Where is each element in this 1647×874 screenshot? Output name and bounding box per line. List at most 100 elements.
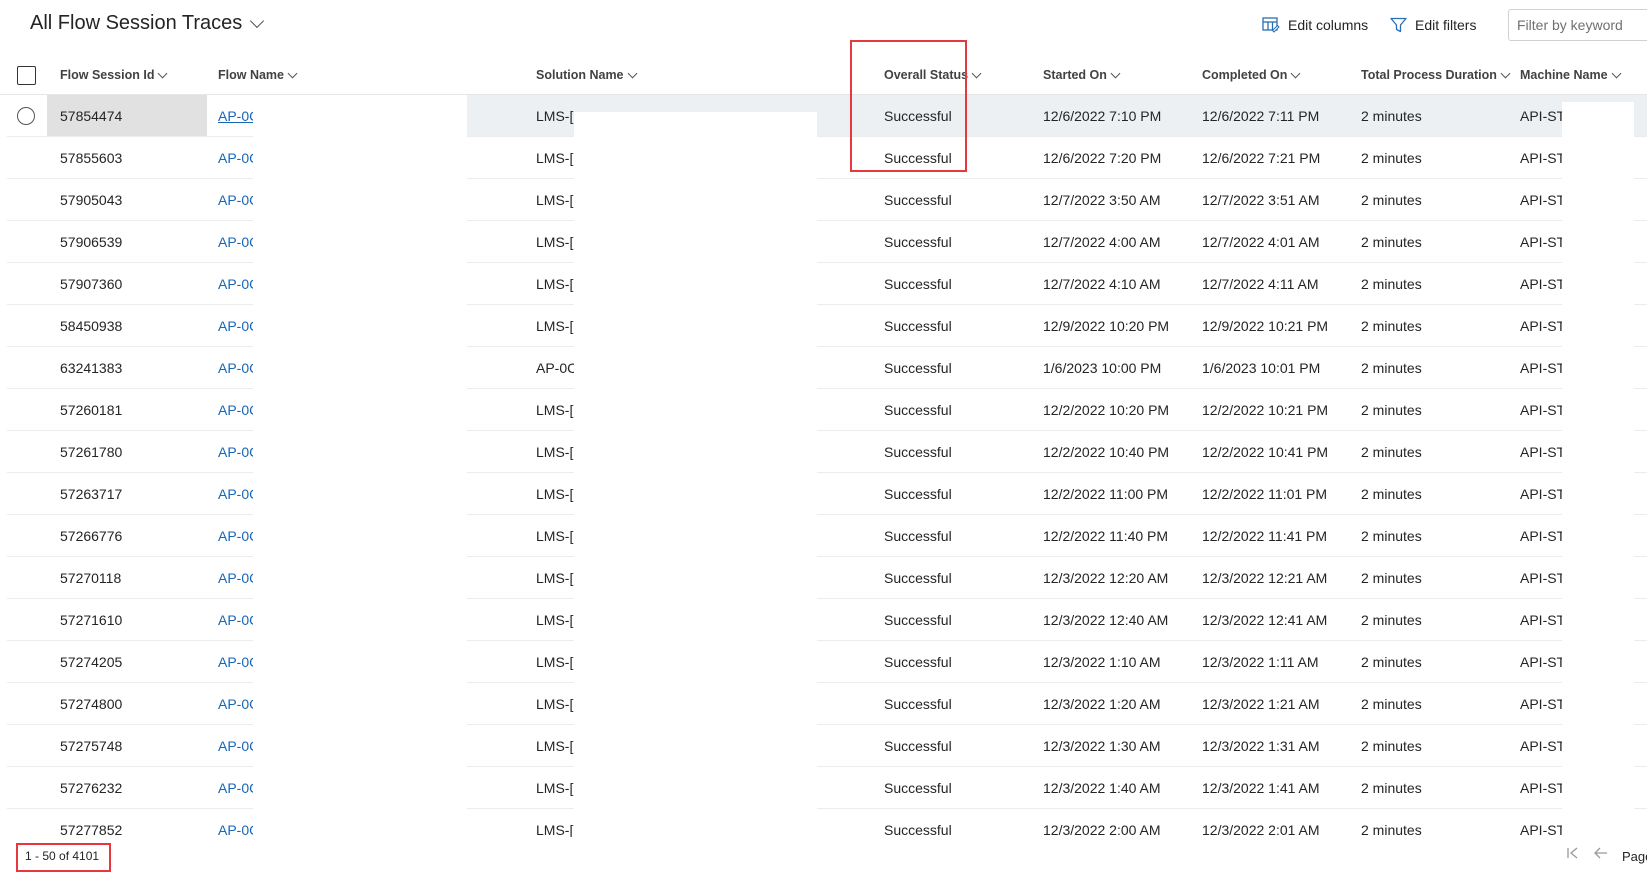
cell-started-on: 12/6/2022 7:10 PM [1043, 108, 1162, 124]
table-row[interactable]: 57261780 AP-0C LMS-[Successful 12/2/2022 10… [0, 431, 1647, 473]
cell-solution-name: AP-0C [536, 360, 578, 376]
cell-completed-on: 12/2/2022 11:41 PM [1202, 528, 1328, 544]
cell-overall-status: Successful [884, 318, 952, 334]
first-page-icon[interactable] [1566, 846, 1580, 860]
grid-footer [0, 837, 1647, 874]
cell-machine-name: API-ST [1520, 192, 1566, 208]
chevron-down-icon [1611, 68, 1621, 78]
edit-filters-button[interactable]: Edit filters [1390, 17, 1476, 33]
cell-machine-name: API-ST [1520, 696, 1566, 712]
table-row[interactable]: 57271610 AP-0C LMS-[Successful 12/3/2022 12… [0, 599, 1647, 641]
column-header-completed-on[interactable]: Completed On [1202, 56, 1301, 94]
table-row[interactable]: 57854474 AP-0C LMS-[Successful 12/6/2022 7:… [0, 95, 1647, 137]
cell-total-process-duration: 2 minutes [1361, 738, 1422, 754]
cell-flow-session-id: 58450938 [60, 318, 123, 334]
table-row[interactable]: 57274800 AP-0C LMS-[Successful 12/3/2022 1:… [0, 683, 1647, 725]
cell-flow-session-id: 57271610 [60, 612, 123, 628]
cell-total-process-duration: 2 minutes [1361, 150, 1422, 166]
edit-columns-label: Edit columns [1288, 17, 1369, 33]
row-select-radio[interactable] [17, 107, 35, 125]
cell-flow-session-id: 57277852 [60, 822, 123, 837]
cell-completed-on: 1/6/2023 10:01 PM [1202, 360, 1321, 376]
cell-solution-name: LMS-[ [536, 654, 574, 670]
cell-total-process-duration: 2 minutes [1361, 570, 1422, 586]
chevron-down-icon [158, 68, 168, 78]
cell-total-process-duration: 2 minutes [1361, 696, 1422, 712]
table-row[interactable]: 63241383 AP-0C AP-0C Successful 1/6/2023 10:… [0, 347, 1647, 389]
cell-total-process-duration: 2 minutes [1361, 780, 1422, 796]
column-header-machine-name[interactable]: Machine Name [1520, 56, 1621, 94]
cell-machine-name: API-ST [1520, 654, 1566, 670]
cell-solution-name: LMS-[ [536, 444, 574, 460]
chevron-down-icon [1500, 68, 1511, 78]
column-header-flow-name[interactable]: Flow Name [218, 56, 298, 94]
cell-overall-status: Successful [884, 486, 952, 502]
cell-overall-status: Successful [884, 444, 952, 460]
cell-flow-session-id: 57263717 [60, 486, 123, 502]
table-row[interactable]: 57263717 AP-0C LMS-[Successful 12/2/2022 11… [0, 473, 1647, 515]
cell-completed-on: 12/3/2022 12:41 AM [1202, 612, 1328, 628]
cell-total-process-duration: 2 minutes [1361, 318, 1422, 334]
table-row[interactable]: 57277852 AP-0C LMS-[Successful 12/3/2022 2:… [0, 809, 1647, 837]
cell-total-process-duration: 2 minutes [1361, 276, 1422, 292]
chevron-down-icon [627, 68, 637, 78]
cell-solution-name: LMS-[ [536, 822, 574, 837]
filter-keyword-input[interactable] [1508, 9, 1647, 41]
cell-machine-name: API-ST [1520, 234, 1566, 250]
column-header-solution-name[interactable]: Solution Name [536, 56, 637, 94]
cell-started-on: 1/6/2023 10:00 PM [1043, 360, 1162, 376]
table-row[interactable]: 57270118 AP-0C LMS-[Successful 12/3/2022 12… [0, 557, 1647, 599]
cell-machine-name: API-ST [1520, 738, 1566, 754]
cell-total-process-duration: 2 minutes [1361, 654, 1422, 670]
cell-started-on: 12/2/2022 10:40 PM [1043, 444, 1170, 460]
page-label: Page [1622, 849, 1647, 864]
cell-started-on: 12/3/2022 1:40 AM [1043, 780, 1161, 796]
cell-machine-name: API-ST [1520, 612, 1566, 628]
cell-total-process-duration: 2 minutes [1361, 192, 1422, 208]
cell-overall-status: Successful [884, 360, 952, 376]
cell-started-on: 12/3/2022 12:40 AM [1043, 612, 1169, 628]
grid-header: Flow Session Id Flow Name Solution Name … [0, 56, 1647, 95]
table-row[interactable]: 57905043 AP-0C LMS-[Successful 12/7/2022 3:… [0, 179, 1647, 221]
table-row[interactable]: 57276232 AP-0C LMS-[Successful 12/3/2022 1:… [0, 767, 1647, 809]
cell-completed-on: 12/6/2022 7:21 PM [1202, 150, 1321, 166]
cell-started-on: 12/3/2022 1:30 AM [1043, 738, 1161, 754]
table-row[interactable]: 57274205 AP-0C LMS-[Successful 12/3/2022 1:… [0, 641, 1647, 683]
cell-completed-on: 12/9/2022 10:21 PM [1202, 318, 1329, 334]
cell-solution-name: LMS-[ [536, 696, 574, 712]
cell-machine-name: API-ST [1520, 108, 1566, 124]
grid-body: 57854474 AP-0C LMS-[Successful 12/6/2022 7:… [0, 95, 1647, 837]
table-row[interactable]: 57906539 AP-0C LMS-[Successful 12/7/2022 4:… [0, 221, 1647, 263]
cell-overall-status: Successful [884, 696, 952, 712]
column-header-started-on[interactable]: Started On [1043, 56, 1121, 94]
cell-overall-status: Successful [884, 570, 952, 586]
cell-total-process-duration: 2 minutes [1361, 234, 1422, 250]
cell-overall-status: Successful [884, 276, 952, 292]
table-row[interactable]: 57260181 AP-0C LMS-[Successful 12/2/2022 10… [0, 389, 1647, 431]
column-header-total-process-duration[interactable]: Total Process Duration [1361, 56, 1511, 94]
cell-solution-name: LMS-[ [536, 738, 574, 754]
table-row[interactable]: 57266776 AP-0C LMS-[Successful 12/2/2022 11… [0, 515, 1647, 557]
cell-completed-on: 12/2/2022 10:21 PM [1202, 402, 1329, 418]
table-row[interactable]: 57855603 AP-0C LMS-[Successful 12/6/2022 7:… [0, 137, 1647, 179]
column-header-flow-session-id[interactable]: Flow Session Id [60, 56, 168, 94]
table-row[interactable]: 57275748 AP-0C LMS-[Successful 12/3/2022 1:… [0, 725, 1647, 767]
cell-solution-name: LMS-[ [536, 150, 574, 166]
edit-columns-button[interactable]: Edit columns [1262, 17, 1368, 33]
cell-started-on: 12/2/2022 11:00 PM [1043, 486, 1169, 502]
view-selector[interactable]: All Flow Session Traces [30, 12, 265, 35]
table-row[interactable]: 57907360 AP-0C LMS-[Successful 12/7/2022 4:… [0, 263, 1647, 305]
cell-flow-session-id: 57274205 [60, 654, 123, 670]
table-row[interactable]: 58450938 AP-0C LMS-[Successful 12/9/2022 10… [0, 305, 1647, 347]
cell-flow-session-id: 57260181 [60, 402, 123, 418]
cell-solution-name: LMS-[ [536, 612, 574, 628]
cell-flow-session-id: 57905043 [60, 192, 123, 208]
cell-machine-name: API-ST [1520, 528, 1566, 544]
annotation-box-overall-status [850, 40, 967, 172]
cell-solution-name: LMS-[ [536, 108, 574, 124]
cell-flow-session-id: 57907360 [60, 276, 123, 292]
cell-flow-session-id: 57261780 [60, 444, 123, 460]
cell-machine-name: API-ST [1520, 780, 1566, 796]
cell-total-process-duration: 2 minutes [1361, 444, 1422, 460]
previous-page-icon[interactable] [1593, 846, 1609, 860]
